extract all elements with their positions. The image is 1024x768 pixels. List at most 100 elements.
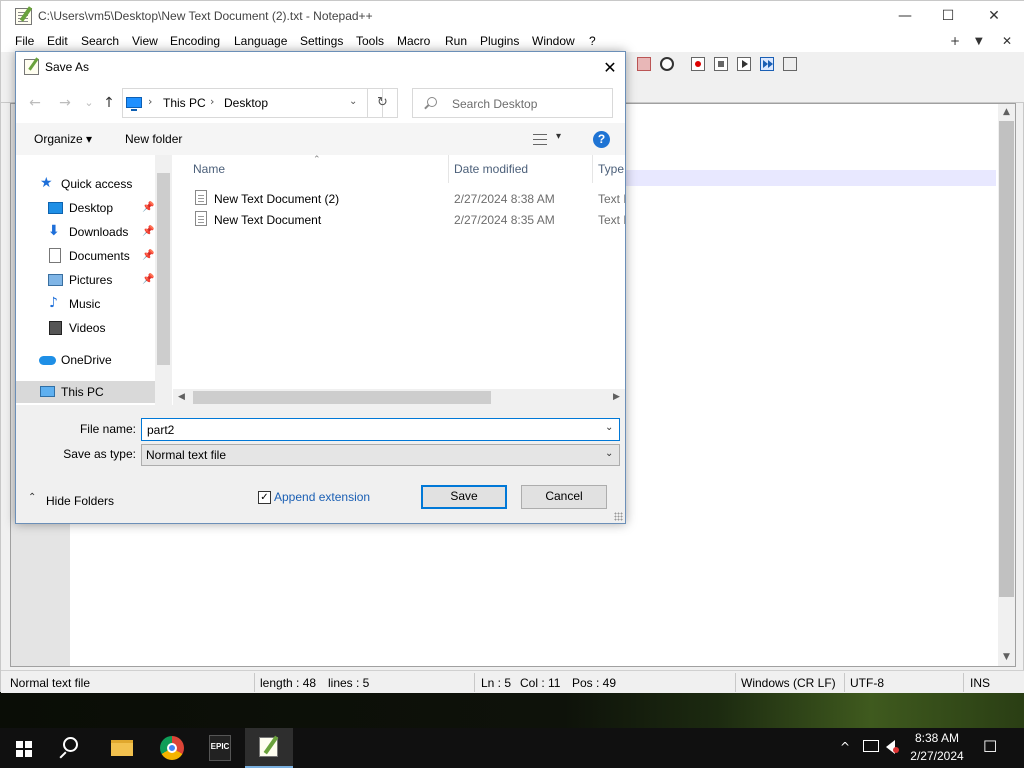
- view-dropdown-icon[interactable]: ▾: [556, 131, 561, 142]
- nav-item-videos[interactable]: Videos: [16, 317, 155, 339]
- up-folder-icon[interactable]: ↑: [100, 94, 118, 112]
- menu-window[interactable]: Window: [532, 34, 575, 48]
- savetype-select[interactable]: Normal text file ⌄: [141, 444, 620, 466]
- maximize-button[interactable]: ☐: [925, 1, 971, 32]
- address-bar[interactable]: › This PC › Desktop ⌄: [122, 88, 383, 118]
- cancel-button[interactable]: Cancel: [521, 485, 607, 509]
- close-button[interactable]: ✕: [971, 1, 1017, 32]
- append-extension-label[interactable]: Append extension: [274, 490, 370, 504]
- play-macro-icon[interactable]: [737, 57, 751, 71]
- recent-locations-icon[interactable]: ⌄: [80, 94, 98, 112]
- file-explorer-button[interactable]: [98, 728, 146, 768]
- scroll-right-icon[interactable]: ▶: [608, 389, 625, 406]
- tray-overflow-icon[interactable]: ^: [840, 740, 850, 754]
- nav-item-this-pc[interactable]: This PC: [16, 381, 155, 403]
- nav-item-documents[interactable]: Documents 📌: [16, 245, 155, 267]
- nav-item-desktop[interactable]: Desktop 📌: [16, 197, 155, 219]
- run-macro-multiple-icon[interactable]: [760, 57, 774, 71]
- hide-folders-button[interactable]: Hide Folders: [46, 494, 114, 508]
- nav-pane-scrollbar[interactable]: [155, 155, 172, 405]
- nav-item-pictures[interactable]: Pictures 📌: [16, 269, 155, 291]
- tab-list-icon[interactable]: ▼: [975, 36, 983, 47]
- status-mode: INS: [970, 676, 991, 690]
- menu-settings[interactable]: Settings: [300, 34, 343, 48]
- scroll-thumb[interactable]: [193, 391, 491, 404]
- menu-run[interactable]: Run: [445, 34, 467, 48]
- close-doc-icon[interactable]: ✕: [1002, 34, 1012, 48]
- forward-icon[interactable]: →: [56, 94, 74, 112]
- folder-icon[interactable]: [637, 57, 651, 71]
- clock-time[interactable]: 8:38 AM: [905, 731, 969, 745]
- scroll-up-icon[interactable]: ▲: [998, 104, 1015, 121]
- notepad-icon: [24, 59, 39, 75]
- menu-encoding[interactable]: Encoding: [170, 34, 220, 48]
- record-macro-icon[interactable]: [691, 57, 705, 71]
- pin-icon[interactable]: 📌: [142, 202, 154, 213]
- taskbar-search-button[interactable]: [48, 728, 96, 768]
- chevron-up-icon[interactable]: ⌃: [28, 492, 36, 503]
- notepad-titlebar[interactable]: C:\Users\vm5\Desktop\New Text Document (…: [1, 1, 1024, 32]
- notepad-taskbar-button[interactable]: [245, 728, 293, 768]
- pin-icon[interactable]: 📌: [142, 274, 154, 285]
- new-tab-icon[interactable]: +: [950, 34, 960, 48]
- editor-vertical-scrollbar[interactable]: ▲ ▼: [998, 104, 1015, 666]
- clock-date[interactable]: 2/27/2024: [905, 749, 969, 763]
- menu-file[interactable]: File: [15, 34, 34, 48]
- column-header-type[interactable]: Type: [598, 162, 624, 176]
- back-icon[interactable]: ←: [26, 94, 44, 112]
- menu-view[interactable]: View: [132, 34, 158, 48]
- notification-icon[interactable]: ☐: [983, 737, 997, 756]
- minimize-button[interactable]: —: [882, 1, 928, 32]
- address-dropdown-icon[interactable]: ⌄: [349, 96, 357, 107]
- menu-plugins[interactable]: Plugins: [480, 34, 519, 48]
- organize-button[interactable]: Organize ▾: [34, 132, 92, 146]
- save-macro-icon[interactable]: [783, 57, 797, 71]
- append-extension-checkbox[interactable]: ✓: [258, 491, 271, 504]
- column-header-name[interactable]: Name: [193, 162, 225, 176]
- breadcrumb-this-pc[interactable]: This PC: [163, 96, 206, 110]
- scroll-left-icon[interactable]: ◀: [173, 389, 190, 406]
- nav-item-music[interactable]: ♪ Music: [16, 293, 155, 315]
- videos-icon: [49, 321, 62, 335]
- menu-help[interactable]: ?: [589, 34, 596, 48]
- menu-language[interactable]: Language: [234, 34, 287, 48]
- menu-tools[interactable]: Tools: [356, 34, 384, 48]
- filename-dropdown-icon[interactable]: ⌄: [605, 422, 613, 433]
- menu-search[interactable]: Search: [81, 34, 119, 48]
- search-input[interactable]: Search Desktop: [412, 88, 613, 118]
- refresh-button[interactable]: ↻: [367, 88, 398, 118]
- breadcrumb-desktop[interactable]: Desktop: [224, 96, 268, 110]
- resize-grip-icon[interactable]: [614, 512, 623, 521]
- column-header-date[interactable]: Date modified: [454, 162, 528, 176]
- eye-icon[interactable]: [660, 57, 674, 71]
- pin-icon[interactable]: 📌: [142, 250, 154, 261]
- desktop-folder-icon: [48, 202, 63, 214]
- nav-item-onedrive[interactable]: OneDrive: [16, 349, 155, 371]
- nav-item-downloads[interactable]: ⬇ Downloads 📌: [16, 221, 155, 243]
- file-row[interactable]: New Text Document (2) 2/27/2024 8:38 AM …: [173, 188, 625, 209]
- scroll-down-icon[interactable]: ▼: [998, 649, 1015, 666]
- pin-icon[interactable]: 📌: [142, 226, 154, 237]
- help-icon[interactable]: ?: [593, 131, 610, 148]
- file-list-horizontal-scrollbar[interactable]: ◀ ▶: [173, 389, 625, 406]
- pc-icon: [40, 386, 55, 397]
- epic-games-button[interactable]: EPIC: [196, 728, 244, 768]
- volume-muted-icon[interactable]: [886, 740, 899, 754]
- scroll-thumb[interactable]: [999, 121, 1014, 597]
- nav-item-quick-access[interactable]: ★ Quick access: [16, 173, 155, 195]
- filename-input[interactable]: [141, 418, 620, 441]
- chrome-button[interactable]: [148, 728, 196, 768]
- status-length: length : 48: [260, 676, 317, 690]
- dialog-titlebar[interactable]: Save As ✕: [16, 52, 625, 83]
- view-options-icon[interactable]: [533, 134, 547, 145]
- new-folder-button[interactable]: New folder: [125, 132, 182, 146]
- dialog-close-button[interactable]: ✕: [595, 52, 625, 83]
- menu-macro[interactable]: Macro: [397, 34, 430, 48]
- file-row[interactable]: New Text Document 2/27/2024 8:35 AM Text…: [173, 209, 625, 230]
- scroll-thumb[interactable]: [157, 173, 170, 365]
- start-button[interactable]: [0, 728, 48, 768]
- network-icon[interactable]: [863, 740, 879, 752]
- save-button[interactable]: Save: [421, 485, 507, 509]
- stop-macro-icon[interactable]: [714, 57, 728, 71]
- menu-edit[interactable]: Edit: [47, 34, 68, 48]
